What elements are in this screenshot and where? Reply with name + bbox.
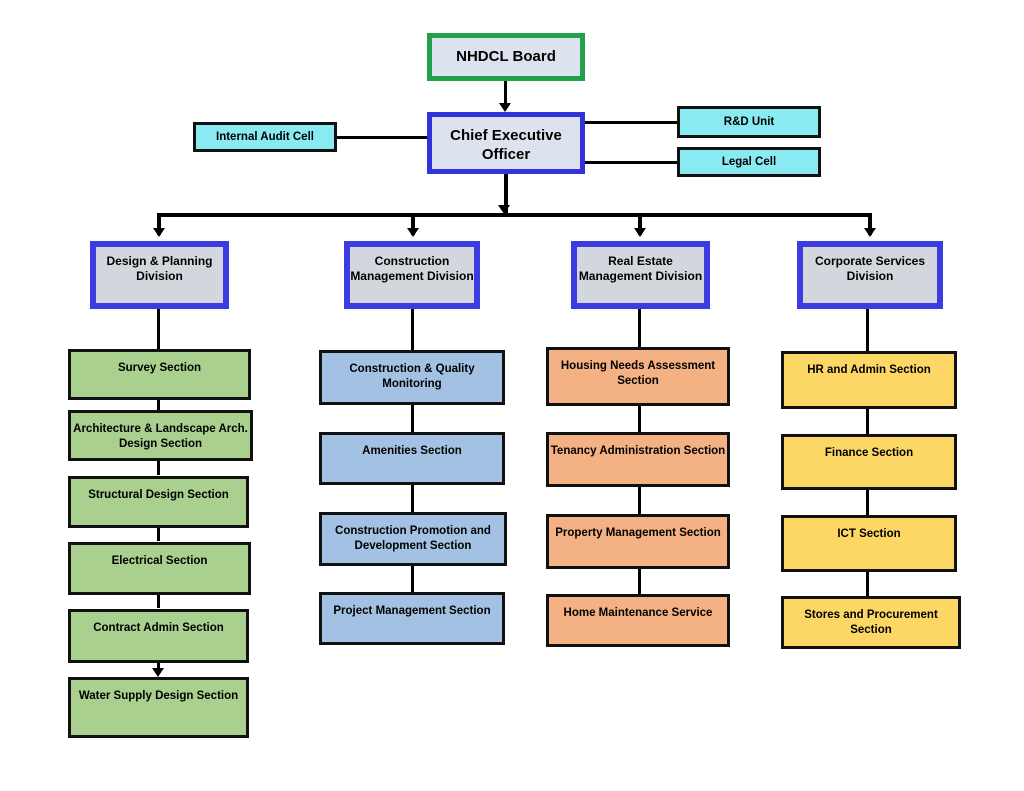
node-label: R&D Unit xyxy=(723,115,775,128)
connector-audit-to-ceo xyxy=(336,136,432,139)
connector-col2-s3-to-s4 xyxy=(411,565,414,593)
node-label: Internal Audit Cell xyxy=(216,130,314,143)
node-label: Property Management Section xyxy=(555,527,721,539)
connector-ceo-to-rd xyxy=(578,121,679,124)
node-legal-cell[interactable]: Legal Cell xyxy=(677,147,821,177)
node-label: Construction Promotion and Development S… xyxy=(335,525,491,552)
node-label: Home Maintenance Service xyxy=(563,607,713,619)
node-property-management-section[interactable]: Property Management Section xyxy=(546,514,730,569)
node-label: Finance Section xyxy=(824,447,914,459)
node-label: Design & Planning Division xyxy=(106,254,213,284)
connector-col3-s1-to-s2 xyxy=(638,405,641,433)
node-label: HR and Admin Section xyxy=(807,364,931,376)
node-label: Real Estate Management Division xyxy=(578,254,703,284)
connector-col1-s3-to-s4 xyxy=(157,527,160,541)
connector-col3-s2-to-s3 xyxy=(638,486,641,514)
node-survey-section[interactable]: Survey Section xyxy=(68,349,251,400)
connector-board-to-ceo xyxy=(504,80,507,105)
connector-ceo-to-legal xyxy=(578,161,679,164)
connector-col1-division-to-s1 xyxy=(157,308,160,350)
node-label: Chief Executive Officer xyxy=(450,127,562,164)
node-label: Legal Cell xyxy=(721,155,777,168)
node-label: NHDCL Board xyxy=(456,48,556,65)
node-structural-design-section[interactable]: Structural Design Section xyxy=(68,476,249,528)
connector-col1-s2-to-s3 xyxy=(157,460,160,475)
node-ict-section[interactable]: ICT Section xyxy=(781,515,957,572)
division-bus-line xyxy=(157,213,872,217)
connector-col4-s3-to-s4 xyxy=(866,571,869,597)
connector-col3-s3-to-s4 xyxy=(638,568,641,595)
node-label: Contract Admin Section xyxy=(93,622,224,634)
node-label: Stores and Procurement Section xyxy=(804,609,938,636)
node-housing-needs-section[interactable]: Housing Needs Assessment Section xyxy=(546,347,730,406)
node-construction-management-division[interactable]: Construction Management Division xyxy=(344,241,480,309)
node-internal-audit-cell[interactable]: Internal Audit Cell xyxy=(193,122,337,152)
node-design-planning-division[interactable]: Design & Planning Division xyxy=(90,241,229,309)
node-construction-promotion-section[interactable]: Construction Promotion and Development S… xyxy=(319,512,507,566)
connector-col4-s2-to-s3 xyxy=(866,489,869,516)
connector-col3-division-to-s1 xyxy=(638,308,641,348)
arrow-bus-to-division-4 xyxy=(864,228,876,237)
arrow-board-to-ceo xyxy=(499,103,511,112)
connector-col1-s4-to-s5 xyxy=(157,594,160,608)
node-hr-admin-section[interactable]: HR and Admin Section xyxy=(781,351,957,409)
connector-col2-s1-to-s2 xyxy=(411,404,414,433)
node-construction-quality-monitoring[interactable]: Construction & Quality Monitoring xyxy=(319,350,505,405)
node-label: Architecture & Landscape Arch. Design Se… xyxy=(73,423,248,450)
connector-col4-division-to-s1 xyxy=(866,308,869,352)
arrow-bus-to-division-2 xyxy=(407,228,419,237)
arrow-col1-s5-to-s6 xyxy=(152,668,164,677)
node-amenities-section[interactable]: Amenities Section xyxy=(319,432,505,485)
node-real-estate-management-division[interactable]: Real Estate Management Division xyxy=(571,241,710,309)
node-corporate-services-division[interactable]: Corporate Services Division xyxy=(797,241,943,309)
node-label: Project Management Section xyxy=(333,605,491,617)
org-chart-canvas: NHDCL Board Chief Executive Officer Inte… xyxy=(0,0,1024,791)
node-label: Corporate Services Division xyxy=(814,254,926,284)
node-label: Water Supply Design Section xyxy=(78,690,239,702)
node-nhdcl-board[interactable]: NHDCL Board xyxy=(427,33,585,81)
connector-col4-s1-to-s2 xyxy=(866,408,869,435)
node-finance-section[interactable]: Finance Section xyxy=(781,434,957,490)
node-label: Survey Section xyxy=(117,362,202,374)
node-label: Tenancy Administration Section xyxy=(550,445,726,457)
arrow-bus-to-division-1 xyxy=(153,228,165,237)
node-water-supply-design-section[interactable]: Water Supply Design Section xyxy=(68,677,249,738)
arrow-ceo-down xyxy=(498,205,510,214)
node-contract-admin-section[interactable]: Contract Admin Section xyxy=(68,609,249,663)
node-label: Construction & Quality Monitoring xyxy=(349,363,475,390)
node-home-maintenance-service[interactable]: Home Maintenance Service xyxy=(546,594,730,647)
node-label: Structural Design Section xyxy=(88,489,229,501)
node-label: Construction Management Division xyxy=(350,254,474,284)
connector-col2-division-to-s1 xyxy=(411,308,414,351)
node-project-management-section[interactable]: Project Management Section xyxy=(319,592,505,645)
node-stores-procurement-section[interactable]: Stores and Procurement Section xyxy=(781,596,961,649)
connector-col2-s2-to-s3 xyxy=(411,484,414,513)
node-architecture-landscape-section[interactable]: Architecture & Landscape Arch. Design Se… xyxy=(68,410,253,461)
arrow-bus-to-division-3 xyxy=(634,228,646,237)
node-electrical-section[interactable]: Electrical Section xyxy=(68,542,251,595)
node-rd-unit[interactable]: R&D Unit xyxy=(677,106,821,138)
node-label: Amenities Section xyxy=(362,445,462,457)
node-tenancy-administration-section[interactable]: Tenancy Administration Section xyxy=(546,432,730,487)
node-label: ICT Section xyxy=(837,528,901,540)
node-chief-executive-officer[interactable]: Chief Executive Officer xyxy=(427,112,585,174)
node-label: Housing Needs Assessment Section xyxy=(560,360,716,387)
node-label: Electrical Section xyxy=(111,555,208,567)
